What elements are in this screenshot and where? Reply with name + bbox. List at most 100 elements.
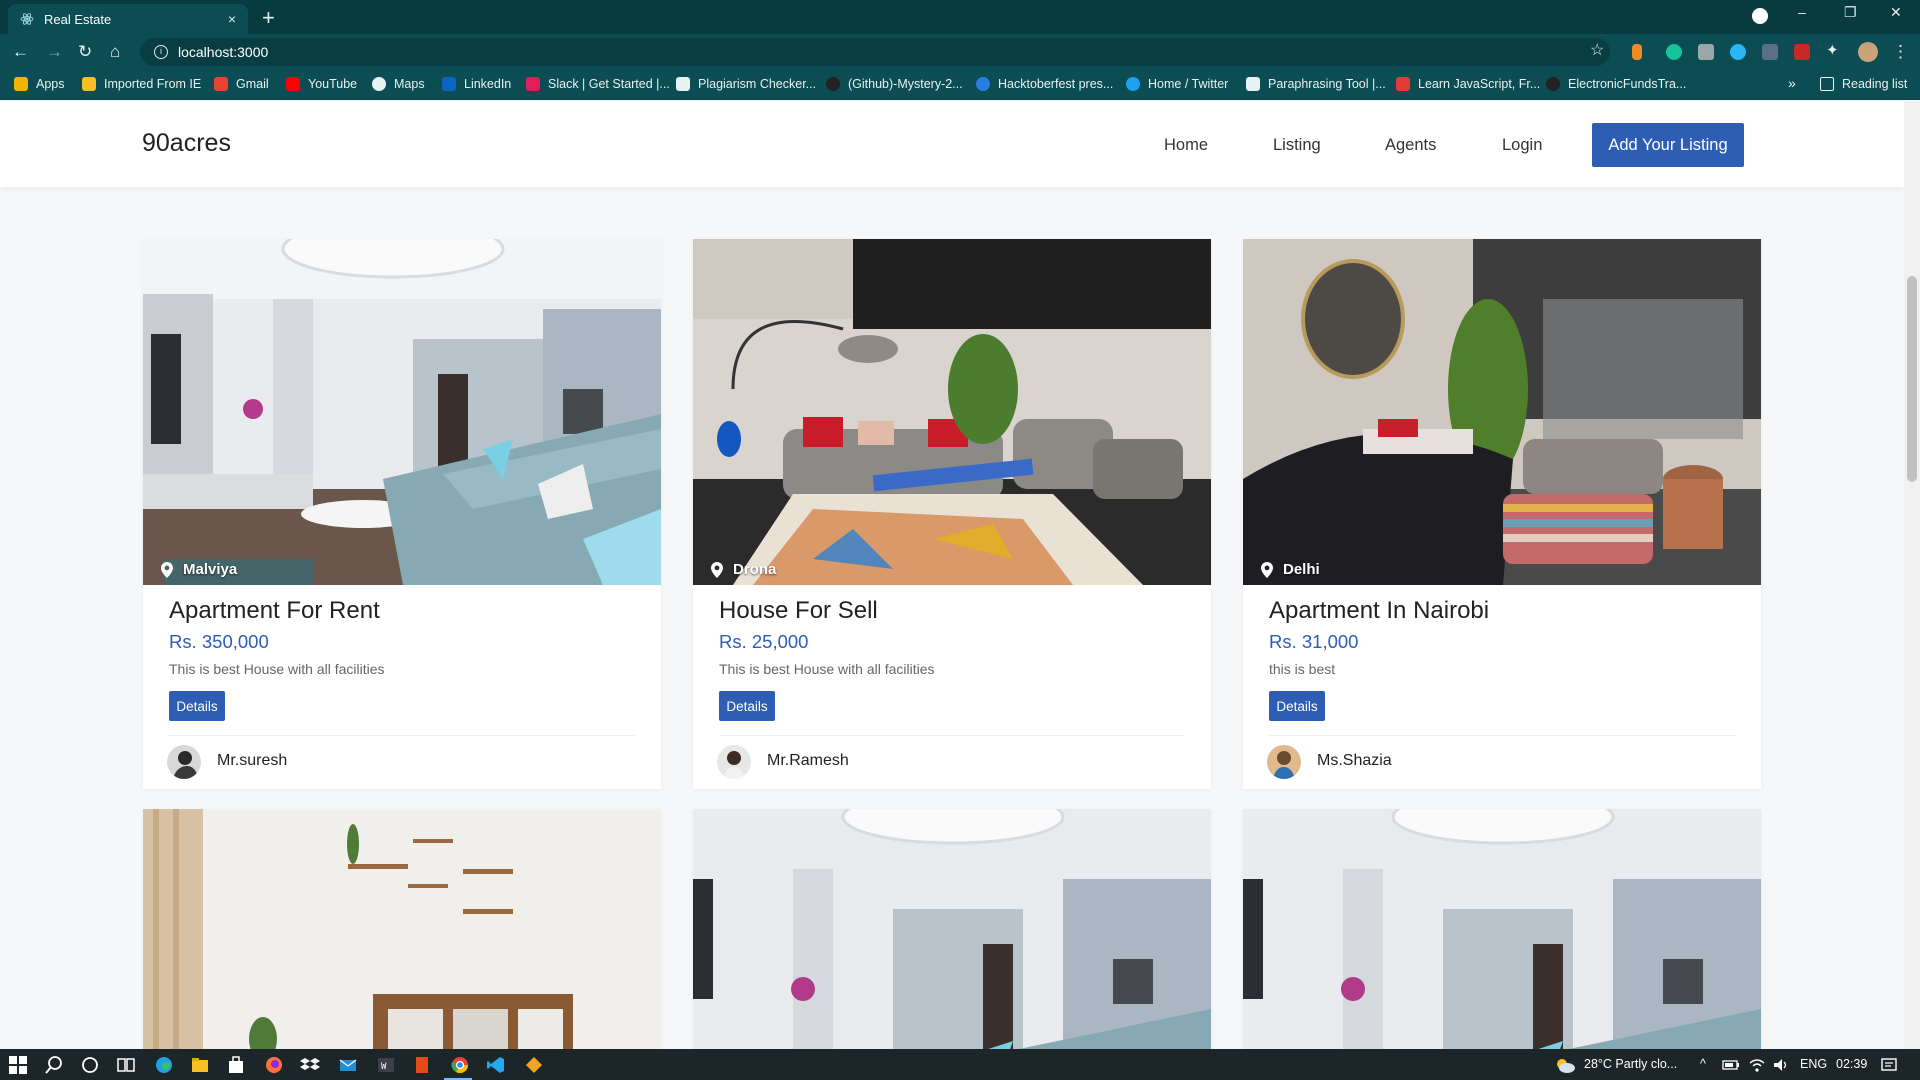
listing-card[interactable] — [143, 809, 661, 1049]
property-photo[interactable] — [693, 809, 1211, 1049]
git-app-icon[interactable] — [524, 1055, 544, 1075]
agent-avatar[interactable] — [167, 745, 201, 779]
property-photo[interactable] — [1243, 239, 1761, 585]
nav-listing[interactable]: Listing — [1273, 136, 1321, 155]
bookmark-youtube[interactable]: YouTube — [286, 77, 357, 91]
details-button[interactable]: Details — [1269, 691, 1325, 721]
minimize-button[interactable]: – — [1798, 4, 1806, 20]
agent-name[interactable]: Ms.Shazia — [1317, 752, 1392, 770]
bookmark-electronic-funds[interactable]: ElectronicFundsTra... — [1546, 77, 1686, 91]
agent-name[interactable]: Mr.Ramesh — [767, 752, 849, 770]
clock[interactable]: 02:39 — [1836, 1057, 1867, 1071]
agent-avatar[interactable] — [1267, 745, 1301, 779]
search-icon[interactable] — [44, 1055, 64, 1075]
task-view-icon[interactable] — [116, 1055, 136, 1075]
terminal-app-icon[interactable]: W — [376, 1055, 396, 1075]
browser-menu-icon[interactable]: ⋮ — [1892, 42, 1909, 62]
location-label: Delhi — [1261, 561, 1320, 578]
bookmark-slack[interactable]: Slack | Get Started |... — [526, 77, 670, 91]
property-photo[interactable] — [693, 239, 1211, 585]
property-photo[interactable] — [1243, 809, 1761, 1049]
bookmark-apps[interactable]: Apps — [14, 77, 65, 91]
slack-icon — [526, 77, 540, 91]
profile-avatar[interactable] — [1858, 42, 1878, 62]
show-hidden-icons-icon[interactable]: ^ — [1700, 1057, 1706, 1071]
close-window-button[interactable]: ✕ — [1890, 4, 1902, 21]
bookmark-hacktoberfest[interactable]: Hacktoberfest pres... — [976, 77, 1113, 91]
gmail-icon — [214, 77, 228, 91]
reading-list-button[interactable]: Reading list — [1820, 77, 1907, 91]
input-language[interactable]: ENG — [1800, 1057, 1827, 1071]
cortana-icon[interactable] — [80, 1055, 100, 1075]
extension-docs-icon[interactable] — [1698, 44, 1714, 60]
bookmark-maps[interactable]: Maps — [372, 77, 425, 91]
restore-button[interactable]: ❐ — [1844, 4, 1857, 21]
add-your-listing-button[interactable]: Add Your Listing — [1592, 123, 1744, 167]
home-icon[interactable]: ⌂ — [110, 42, 120, 62]
ublock-icon[interactable] — [1794, 44, 1810, 60]
listing-card[interactable]: Delhi Apartment In Nairobi Rs. 31,000 th… — [1243, 239, 1761, 789]
extension-puzzle-box-icon[interactable] — [1762, 44, 1778, 60]
profile-indicator-icon[interactable] — [1752, 8, 1768, 24]
details-button[interactable]: Details — [169, 691, 225, 721]
site-brand[interactable]: 90acres — [142, 129, 231, 158]
listing-card[interactable] — [693, 809, 1211, 1049]
store-icon[interactable] — [226, 1055, 246, 1075]
chrome-icon[interactable] — [450, 1055, 470, 1075]
listing-title[interactable]: House For Sell — [719, 597, 878, 625]
file-explorer-icon[interactable] — [190, 1055, 210, 1075]
card-divider — [719, 735, 1185, 736]
details-button[interactable]: Details — [719, 691, 775, 721]
extensions-puzzle-icon[interactable]: ✦ — [1826, 41, 1842, 59]
page-scrollbar-track[interactable] — [1904, 101, 1920, 1049]
bookmark-star-icon[interactable]: ☆ — [1590, 40, 1604, 60]
site-info-icon[interactable]: i — [154, 45, 168, 59]
weather-status[interactable]: 28°C Partly clo... — [1584, 1057, 1677, 1071]
listing-title[interactable]: Apartment In Nairobi — [1269, 597, 1489, 625]
windows-start-icon[interactable] — [8, 1055, 28, 1075]
react-favicon-icon — [20, 13, 34, 25]
notifications-icon[interactable] — [1880, 1057, 1898, 1073]
listing-card[interactable]: Drona House For Sell Rs. 25,000 This is … — [693, 239, 1211, 789]
reload-icon[interactable]: ↻ — [78, 42, 92, 62]
more-bookmarks-icon[interactable]: » — [1788, 75, 1796, 91]
volume-icon[interactable] — [1772, 1057, 1790, 1073]
vscode-icon[interactable] — [486, 1055, 506, 1075]
property-photo[interactable] — [143, 809, 661, 1049]
browser-tab[interactable]: Real Estate × — [8, 4, 248, 34]
bookmark-twitter[interactable]: Home / Twitter — [1126, 77, 1228, 91]
firefox-icon[interactable] — [264, 1055, 284, 1075]
tab-close-icon[interactable]: × — [228, 11, 236, 27]
mail-icon[interactable] — [338, 1055, 358, 1075]
new-tab-button[interactable]: + — [262, 5, 275, 31]
bookmark-learn-javascript[interactable]: Learn JavaScript, Fr... — [1396, 77, 1540, 91]
bookmark-github-mystery[interactable]: (Github)-Mystery-2... — [826, 77, 963, 91]
bookmark-plagiarism-checker[interactable]: Plagiarism Checker... — [676, 77, 816, 91]
bookmark-gmail[interactable]: Gmail — [214, 77, 269, 91]
page-scrollbar-thumb[interactable] — [1907, 276, 1917, 482]
back-arrow-icon[interactable]: ← — [12, 42, 29, 62]
nav-home[interactable]: Home — [1164, 136, 1208, 155]
windows-taskbar: W 28°C Partly clo... ^ ENG 02:39 — [0, 1049, 1920, 1080]
grammarly-icon[interactable] — [1666, 44, 1682, 60]
battery-icon[interactable] — [1722, 1058, 1740, 1072]
address-bar[interactable]: i localhost:3000 — [140, 38, 1610, 66]
bookmark-linkedin[interactable]: LinkedIn — [442, 77, 511, 91]
dropbox-icon[interactable] — [300, 1055, 320, 1075]
wifi-icon[interactable] — [1748, 1057, 1766, 1073]
property-photo[interactable] — [143, 239, 661, 585]
extension-bottle-icon[interactable] — [1632, 44, 1642, 60]
agent-avatar[interactable] — [717, 745, 751, 779]
bookmark-imported-from-ie[interactable]: Imported From IE — [82, 77, 201, 91]
nav-login[interactable]: Login — [1502, 136, 1542, 155]
office-icon[interactable] — [412, 1055, 432, 1075]
nav-agents[interactable]: Agents — [1385, 136, 1436, 155]
listing-card[interactable] — [1243, 809, 1761, 1049]
agent-name[interactable]: Mr.suresh — [217, 752, 287, 770]
bookmark-paraphrasing-tool[interactable]: Paraphrasing Tool |... — [1246, 77, 1386, 91]
extension-cloud-icon[interactable] — [1730, 44, 1746, 60]
listing-card[interactable]: Malviya Apartment For Rent Rs. 350,000 T… — [143, 239, 661, 789]
listing-title[interactable]: Apartment For Rent — [169, 597, 380, 625]
edge-icon[interactable] — [154, 1055, 174, 1075]
forward-arrow-icon[interactable]: → — [46, 42, 63, 62]
